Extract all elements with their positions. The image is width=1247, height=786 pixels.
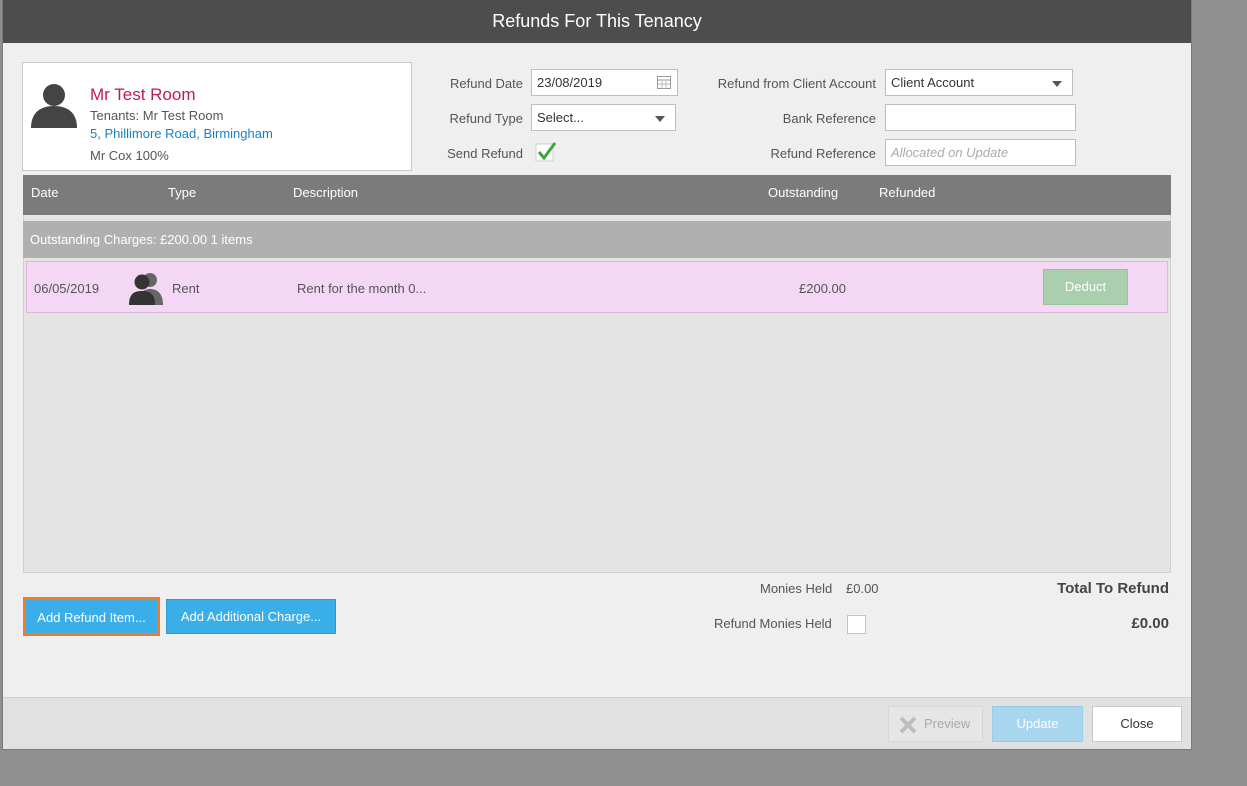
client-account-label: Refund from Client Account (717, 76, 876, 91)
client-account-select[interactable]: Client Account (885, 69, 1073, 96)
refund-type-select[interactable]: Select... (531, 104, 676, 131)
total-to-refund-label: Total To Refund (1057, 580, 1169, 597)
property-address-link[interactable]: 5, Phillimore Road, Birmingham (90, 126, 273, 141)
add-refund-item-button[interactable]: Add Refund Item... (23, 597, 160, 636)
close-button[interactable]: Close (1092, 706, 1182, 742)
refund-date-label: Refund Date (450, 76, 523, 91)
row-outstanding: £200.00 (799, 281, 846, 296)
dialog-title: Refunds For This Tenancy (3, 0, 1191, 43)
chevron-down-icon (1052, 81, 1062, 87)
calendar-icon[interactable] (657, 76, 671, 89)
column-header-type[interactable]: Type (168, 185, 196, 200)
tenant-card: Mr Test Room Tenants: Mr Test Room 5, Ph… (22, 62, 412, 171)
deduct-button[interactable]: Deduct (1043, 269, 1128, 305)
send-refund-checkbox-checked-icon[interactable] (535, 141, 557, 163)
client-account-value: Client Account (891, 75, 975, 90)
refund-date-value: 23/08/2019 (537, 75, 603, 90)
refunds-dialog: Refunds For This Tenancy Mr Test Room Te… (3, 0, 1191, 749)
tenant-list: Tenants: Mr Test Room (90, 108, 224, 123)
bank-reference-label: Bank Reference (782, 111, 876, 126)
row-description: Rent for the month 0... (297, 281, 427, 296)
row-type: Rent (172, 281, 200, 296)
landlord-share: Mr Cox 100% (90, 148, 169, 163)
tenant-name: Mr Test Room (90, 85, 196, 104)
monies-held-label: Monies Held (760, 581, 833, 596)
monies-held-value: £0.00 (846, 581, 879, 596)
refund-monies-held-label: Refund Monies Held (714, 616, 832, 631)
refund-monies-held-checkbox[interactable] (847, 615, 866, 634)
column-header-outstanding[interactable]: Outstanding (768, 185, 838, 200)
bank-reference-input[interactable] (885, 104, 1076, 131)
close-x-icon (899, 716, 917, 734)
row-date: 06/05/2019 (34, 281, 100, 296)
refund-type-label: Refund Type (449, 111, 523, 126)
chevron-down-icon (655, 116, 665, 122)
table-row[interactable]: 06/05/2019 Rent Rent for the month 0... … (26, 261, 1168, 313)
preview-button[interactable]: Preview (888, 706, 983, 742)
column-header-description[interactable]: Description (293, 185, 358, 200)
send-refund-label: Send Refund (447, 146, 523, 161)
person-avatar-icon (31, 84, 77, 128)
tenants-icon (129, 273, 163, 305)
refund-reference-placeholder: Allocated on Update (891, 145, 1009, 160)
grid-header: Date Type Description Outstanding Refund… (23, 175, 1171, 215)
column-header-refunded[interactable]: Refunded (879, 185, 935, 200)
dialog-footer: Preview Update Close (3, 697, 1191, 749)
group-header-outstanding-charges[interactable]: Outstanding Charges: £200.00 1 items (23, 221, 1171, 258)
add-additional-charge-button[interactable]: Add Additional Charge... (166, 599, 336, 634)
refund-reference-input[interactable]: Allocated on Update (885, 139, 1076, 166)
column-header-date[interactable]: Date (31, 185, 58, 200)
refund-date-field[interactable]: 23/08/2019 (531, 69, 678, 96)
preview-label: Preview (924, 716, 971, 731)
refund-type-value: Select... (537, 110, 584, 125)
total-to-refund-value: £0.00 (1131, 615, 1169, 632)
refund-reference-label: Refund Reference (770, 146, 876, 161)
update-button[interactable]: Update (992, 706, 1083, 742)
